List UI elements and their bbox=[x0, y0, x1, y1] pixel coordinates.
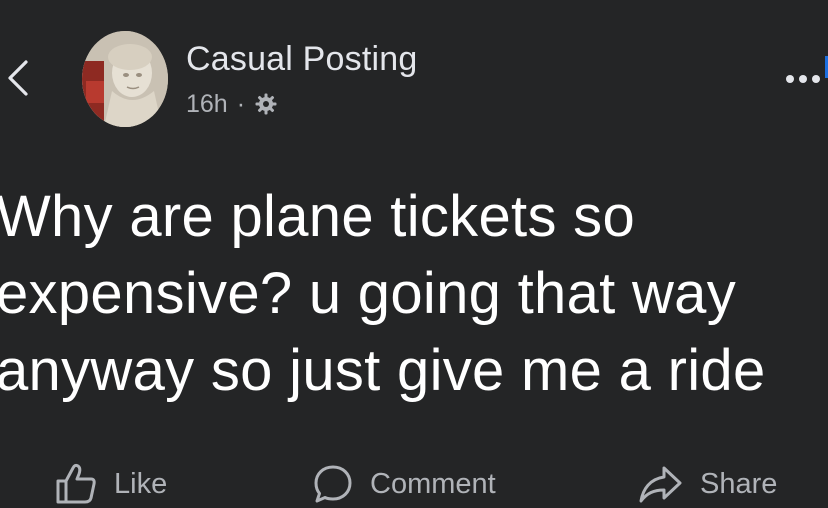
meta-separator: · bbox=[236, 89, 246, 118]
avatar[interactable] bbox=[82, 31, 168, 127]
thumbs-up-icon bbox=[56, 463, 96, 504]
share-label: Share bbox=[700, 467, 778, 500]
more-dots-icon bbox=[786, 75, 820, 83]
post-meta: 16h · bbox=[186, 88, 278, 120]
chevron-left-icon bbox=[8, 60, 28, 96]
gear-icon[interactable] bbox=[254, 92, 278, 116]
like-label: Like bbox=[114, 467, 168, 500]
back-button[interactable] bbox=[2, 58, 34, 98]
like-button[interactable]: Like bbox=[54, 456, 167, 508]
comment-label: Comment bbox=[370, 467, 496, 500]
comment-icon bbox=[314, 465, 352, 503]
more-options-button[interactable] bbox=[782, 64, 828, 94]
share-button[interactable]: Share bbox=[638, 456, 777, 508]
post-time[interactable]: 16h bbox=[186, 90, 228, 119]
author-name[interactable]: Casual Posting bbox=[186, 40, 418, 79]
post-text: Why are plane tickets so expensive? u go… bbox=[0, 184, 766, 403]
share-icon bbox=[639, 466, 682, 503]
post-actions-bar: Like Comment Share bbox=[0, 456, 828, 508]
avatar-image bbox=[82, 31, 168, 127]
comment-button[interactable]: Comment bbox=[312, 456, 496, 508]
